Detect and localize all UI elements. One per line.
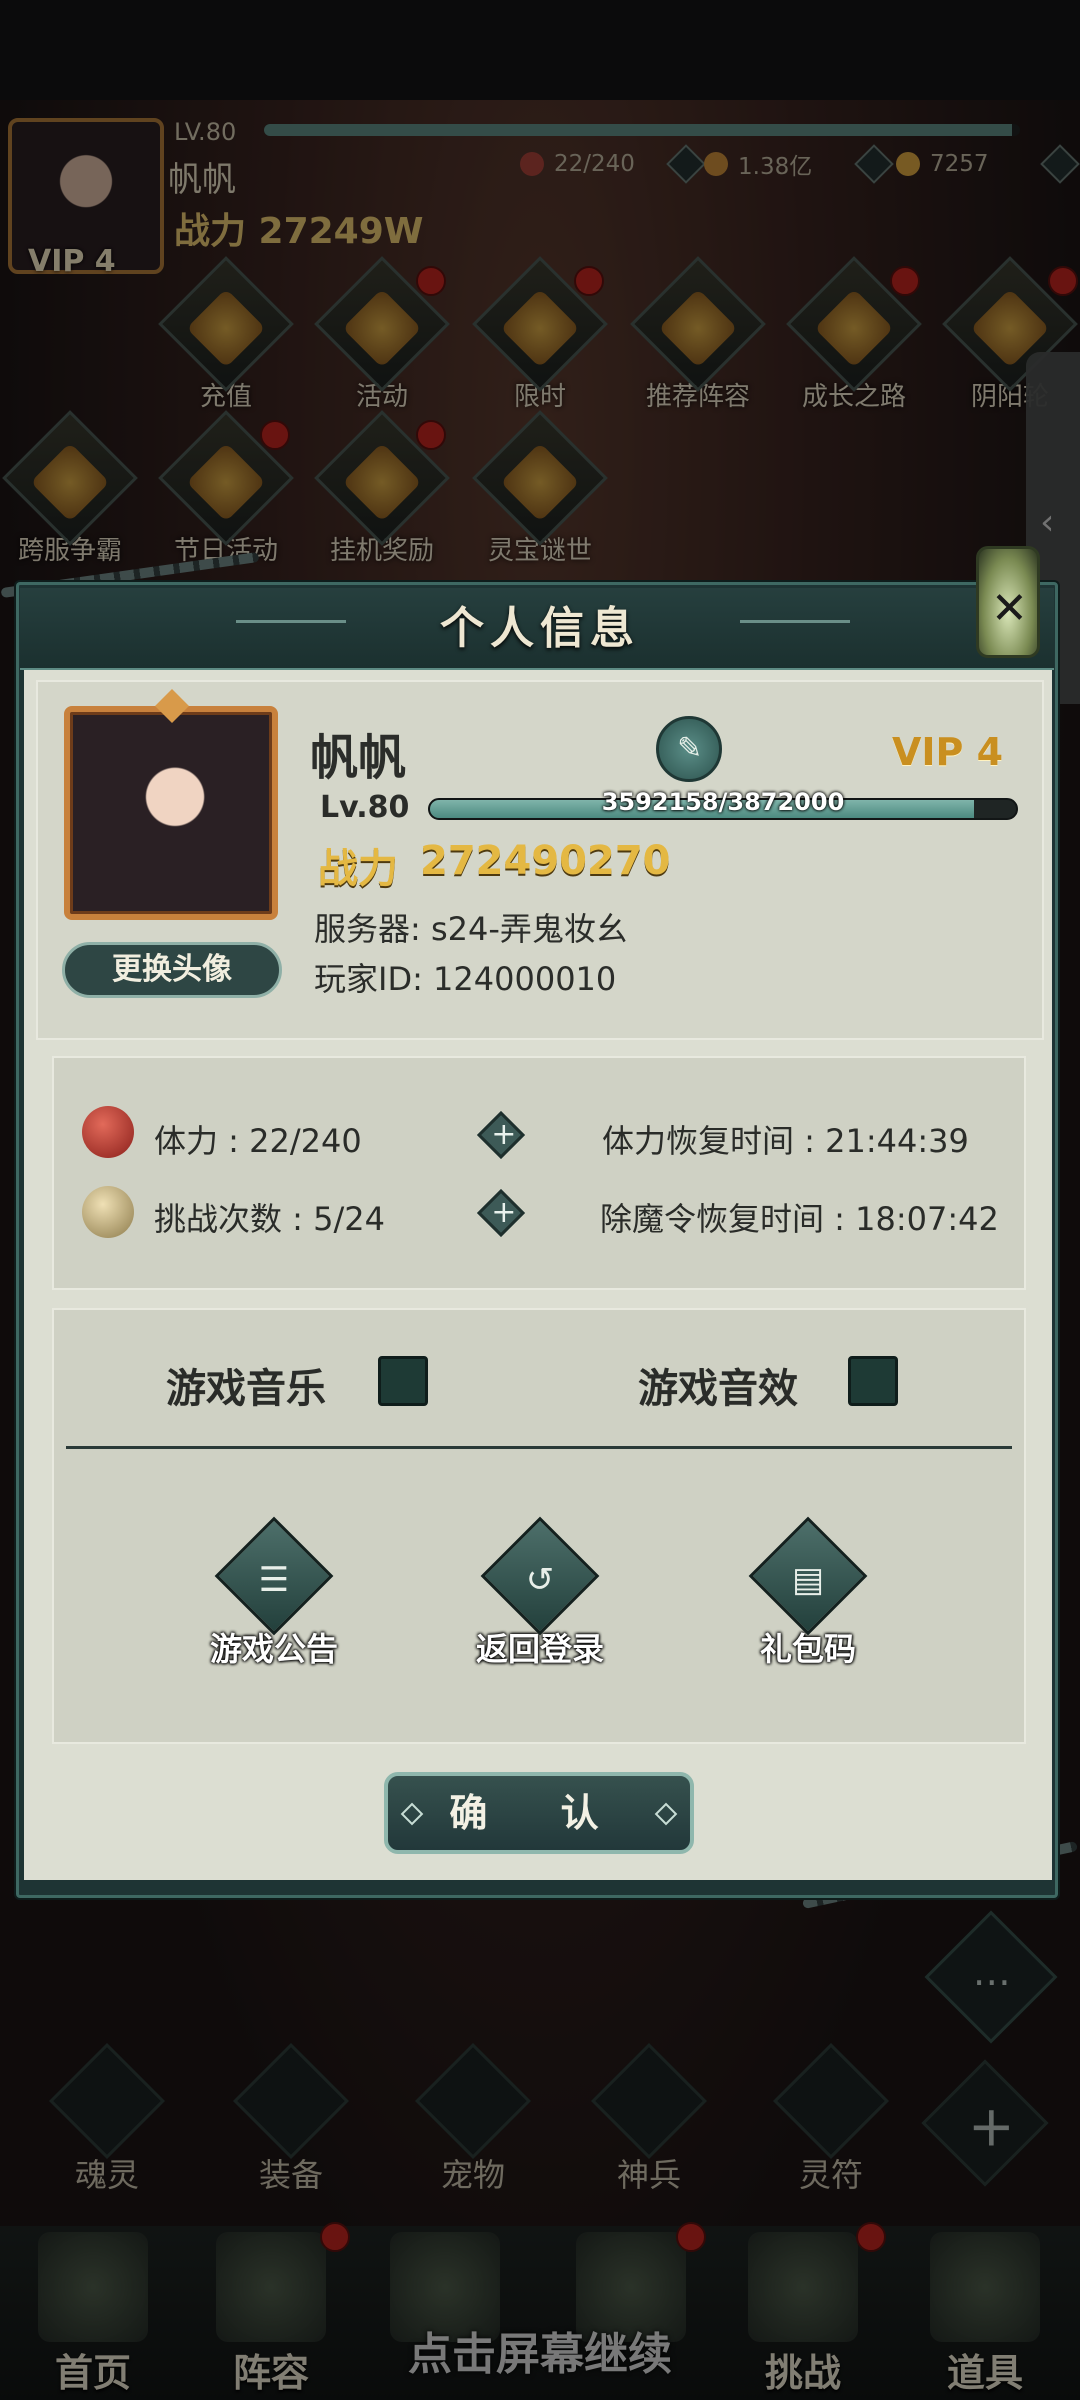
return-login-icon-frame: ↺ bbox=[480, 1516, 600, 1636]
challenge-scroll-icon bbox=[82, 1186, 134, 1238]
change-avatar-button[interactable]: 更换头像 bbox=[62, 942, 282, 998]
power-label: 战力 bbox=[318, 846, 398, 892]
announcement-icon-frame: ☰ bbox=[214, 1516, 334, 1636]
plus-icon: + bbox=[491, 1194, 517, 1230]
settings-divider bbox=[66, 1446, 1012, 1449]
exp-text: 3592158/3872000 bbox=[601, 788, 845, 816]
announcement-button[interactable]: ☰ 游戏公告 bbox=[184, 1516, 364, 1670]
stats-panel bbox=[52, 1056, 1026, 1290]
modal-title: 个人信息 bbox=[440, 603, 640, 654]
gift-code-icon: ▤ bbox=[791, 1560, 825, 1601]
tap-to-continue-hint: 点击屏幕继续 bbox=[408, 2329, 672, 2380]
announcement-icon: ☰ bbox=[258, 1560, 290, 1601]
sfx-label: 游戏音效 bbox=[638, 1366, 798, 1412]
stamina-value: 体力 : 22/240 bbox=[154, 1122, 362, 1160]
sfx-checkbox[interactable] bbox=[848, 1356, 898, 1406]
power-value: 272490270 bbox=[420, 838, 671, 884]
gift-code-icon-frame: ▤ bbox=[748, 1516, 868, 1636]
confirm-button[interactable]: 确 认 bbox=[384, 1772, 694, 1854]
gift-code-button[interactable]: ▤ 礼包码 bbox=[718, 1516, 898, 1670]
confirm-label: 确 认 bbox=[449, 1791, 629, 1835]
button-cap-right bbox=[654, 1802, 678, 1826]
player-id: 玩家ID: 124000010 bbox=[314, 960, 617, 998]
close-button[interactable]: ✕ bbox=[976, 546, 1040, 658]
plus-icon: + bbox=[491, 1116, 517, 1152]
stamina-orb-icon bbox=[82, 1106, 134, 1158]
stamina-recover-time: 体力恢复时间 : 21:44:39 bbox=[602, 1122, 969, 1160]
music-label: 游戏音乐 bbox=[166, 1366, 326, 1412]
player-vip: VIP 4 bbox=[892, 730, 1004, 774]
return-login-icon: ↺ bbox=[525, 1560, 555, 1601]
demon-token-recover-time: 除魔令恢复时间 : 18:07:42 bbox=[600, 1200, 999, 1238]
close-icon: ✕ bbox=[991, 583, 1028, 634]
server-info: 服务器: s24-弄鬼妆幺 bbox=[314, 910, 628, 948]
return-login-button[interactable]: ↺ 返回登录 bbox=[450, 1516, 630, 1670]
challenge-count: 挑战次数 : 5/24 bbox=[154, 1200, 385, 1238]
button-cap-left bbox=[400, 1802, 424, 1826]
player-level: Lv.80 bbox=[320, 790, 410, 825]
player-portrait bbox=[64, 706, 278, 920]
edit-name-button[interactable]: ✎ bbox=[656, 716, 722, 782]
music-checkbox[interactable] bbox=[378, 1356, 428, 1406]
pencil-icon: ✎ bbox=[677, 731, 703, 766]
player-name: 帆帆 bbox=[310, 730, 407, 786]
